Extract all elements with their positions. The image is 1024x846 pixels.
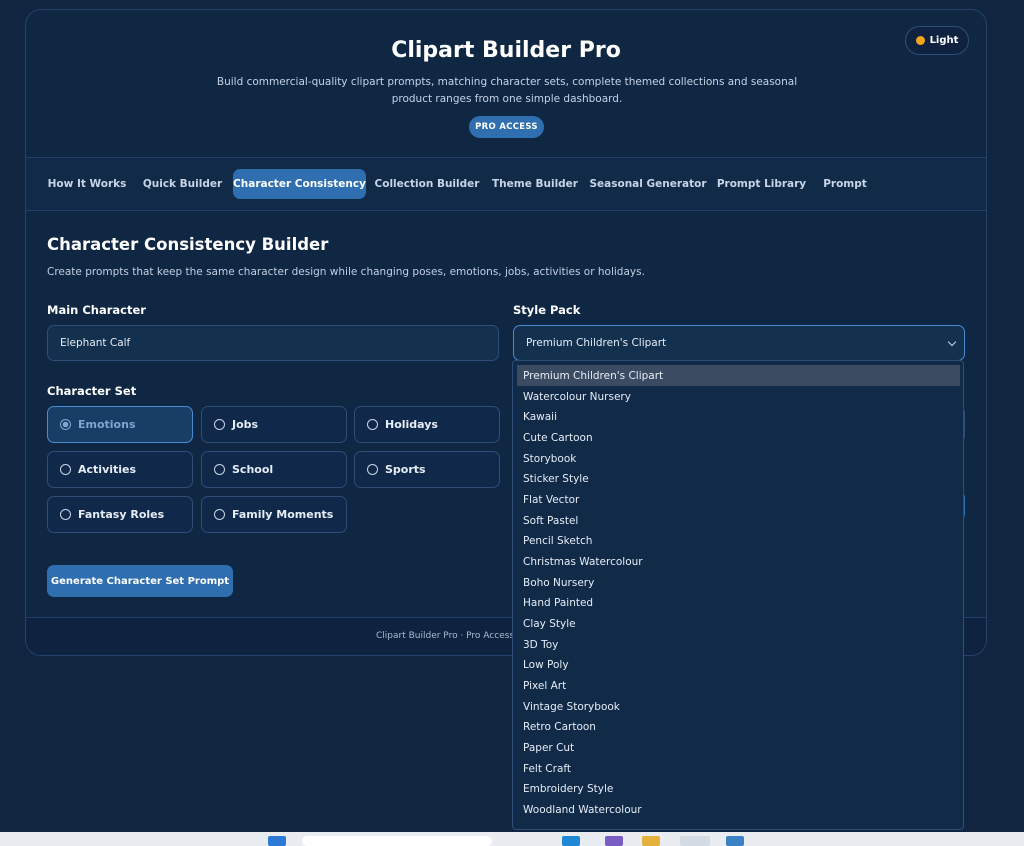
dropdown-option[interactable]: Low Poly <box>517 654 960 675</box>
app-title: Clipart Builder Pro <box>391 38 621 63</box>
edge-icon[interactable] <box>562 836 580 846</box>
dropdown-option[interactable]: Storybook <box>517 448 960 469</box>
dropdown-option[interactable]: Vintage Storybook <box>517 696 960 717</box>
chevron-down-icon <box>947 337 957 347</box>
dropdown-option[interactable]: Hand Painted <box>517 592 960 613</box>
character-set-option-jobs[interactable]: Jobs <box>201 406 347 443</box>
taskbar-search-box[interactable] <box>302 836 492 846</box>
radio-icon <box>367 464 378 475</box>
dropdown-option[interactable]: Woodland Watercolour <box>517 799 960 820</box>
tab-theme-builder[interactable]: Theme Builder <box>488 169 582 199</box>
dropdown-option[interactable]: Watercolour Nursery <box>517 386 960 407</box>
main-character-input[interactable]: Elephant Calf <box>47 325 499 361</box>
style-pack-select[interactable]: Premium Children's Clipart <box>513 325 965 361</box>
tab-how-it-works[interactable]: How It Works <box>41 169 133 199</box>
dropdown-option[interactable]: Christmas Watercolour <box>517 551 960 572</box>
dropdown-option[interactable]: Paper Cut <box>517 737 960 758</box>
radio-icon <box>214 509 225 520</box>
option-label: Activities <box>78 463 137 476</box>
dropdown-option[interactable]: Sticker Style <box>517 468 960 489</box>
character-set-option-fantasy-roles[interactable]: Fantasy Roles <box>47 496 193 533</box>
dropdown-option[interactable]: Clay Style <box>517 613 960 634</box>
tab-quick-builder[interactable]: Quick Builder <box>139 169 226 199</box>
app-icon[interactable] <box>726 836 744 846</box>
radio-icon <box>60 464 71 475</box>
dropdown-option[interactable]: Soft Pastel <box>517 510 960 531</box>
style-pack-dropdown[interactable]: Premium Children's Clipart Watercolour N… <box>512 360 964 830</box>
dropdown-option[interactable]: Cute Cartoon <box>517 427 960 448</box>
generate-character-set-button[interactable]: Generate Character Set Prompt <box>47 565 233 597</box>
option-label: Holidays <box>385 418 438 431</box>
option-label: School <box>232 463 274 476</box>
app-header: Clipart Builder Pro Build commercial-qua… <box>26 10 986 157</box>
dropdown-option[interactable]: Pencil Sketch <box>517 530 960 551</box>
character-set-label: Character Set <box>47 384 137 398</box>
style-pack-label: Style Pack <box>513 303 581 317</box>
character-set-option-sports[interactable]: Sports <box>354 451 500 488</box>
dropdown-option[interactable]: Boho Nursery <box>517 572 960 593</box>
theme-toggle-label: Light <box>929 35 959 46</box>
character-set-option-emotions[interactable]: Emotions <box>47 406 193 443</box>
option-label: Family Moments <box>232 508 334 521</box>
dropdown-option[interactable]: Flat Vector <box>517 489 960 510</box>
dropdown-option[interactable]: Embroidery Style <box>517 778 960 799</box>
tab-prompt-library[interactable]: Prompt Library <box>714 169 809 199</box>
radio-icon <box>214 419 225 430</box>
pro-access-badge: PRO ACCESS <box>469 116 544 138</box>
option-label: Sports <box>385 463 426 476</box>
character-set-option-holidays[interactable]: Holidays <box>354 406 500 443</box>
dropdown-option[interactable]: 3D Toy <box>517 634 960 655</box>
option-label: Fantasy Roles <box>78 508 165 521</box>
section-title: Character Consistency Builder <box>47 235 329 254</box>
app-icon[interactable] <box>605 836 623 846</box>
tab-character-consistency[interactable]: Character Consistency <box>233 169 366 199</box>
theme-toggle-button[interactable]: Light <box>905 26 969 55</box>
radio-icon <box>367 419 378 430</box>
tab-collection-builder[interactable]: Collection Builder <box>373 169 481 199</box>
sun-icon <box>915 36 925 45</box>
character-set-option-family-moments[interactable]: Family Moments <box>201 496 347 533</box>
character-set-option-activities[interactable]: Activities <box>47 451 193 488</box>
section-description: Create prompts that keep the same charac… <box>47 266 645 278</box>
character-set-option-school[interactable]: School <box>201 451 347 488</box>
main-character-label: Main Character <box>47 303 146 317</box>
style-pack-value: Premium Children's Clipart <box>526 337 667 349</box>
dropdown-option[interactable]: Kawaii <box>517 406 960 427</box>
dropdown-option[interactable]: Premium Children's Clipart <box>517 365 960 386</box>
option-label: Jobs <box>232 418 259 431</box>
tab-prompt[interactable]: Prompt <box>816 169 874 199</box>
windows-start-icon[interactable] <box>268 836 286 846</box>
radio-icon <box>214 464 225 475</box>
dropdown-option[interactable]: Felt Craft <box>517 758 960 779</box>
app-subtitle: Build commercial-quality clipart prompts… <box>216 76 798 105</box>
option-label: Emotions <box>78 418 136 431</box>
dropdown-option[interactable]: Retro Cartoon <box>517 716 960 737</box>
footer-text: Clipart Builder Pro · Pro Access <box>376 631 515 641</box>
tab-seasonal-generator[interactable]: Seasonal Generator <box>589 169 707 199</box>
folder-icon[interactable] <box>642 836 660 846</box>
dropdown-option[interactable]: Pixel Art <box>517 675 960 696</box>
os-taskbar <box>0 832 1024 846</box>
app-icon[interactable] <box>680 836 710 846</box>
radio-icon <box>60 509 71 520</box>
tab-bar: How It Works Quick Builder Character Con… <box>26 157 986 211</box>
radio-selected-icon <box>60 419 71 430</box>
